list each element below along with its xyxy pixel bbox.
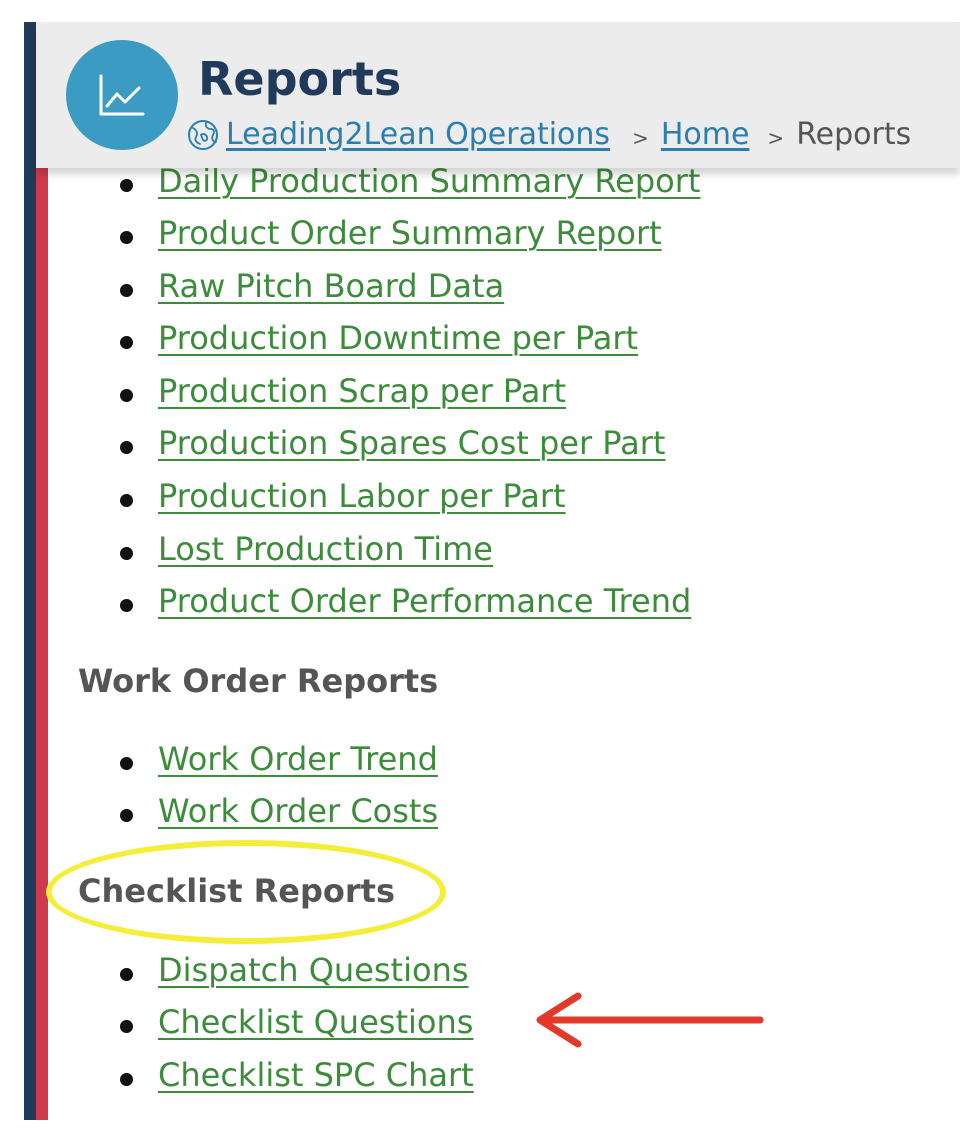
highlight-ellipse [46, 840, 446, 944]
breadcrumb-separator: > [767, 125, 785, 150]
bullet [120, 494, 133, 507]
breadcrumb-link-operations[interactable]: Leading2Lean Operations [226, 117, 610, 152]
bullet [120, 757, 133, 770]
bullet [120, 547, 133, 560]
report-link-work-order-costs[interactable]: Work Order Costs [158, 792, 438, 830]
bullet [120, 284, 133, 297]
bullet [120, 1020, 133, 1033]
breadcrumb: Leading2Lean Operations > Home > Reports [186, 117, 911, 152]
report-link-production-labor-per-part[interactable]: Production Labor per Part [158, 477, 566, 515]
globe-icon [186, 118, 220, 152]
report-link-production-scrap-per-part[interactable]: Production Scrap per Part [158, 372, 566, 410]
report-content: Daily Production Summary Report Product … [0, 0, 960, 1138]
breadcrumb-link-home[interactable]: Home [661, 117, 750, 152]
report-link-production-downtime-per-part[interactable]: Production Downtime per Part [158, 319, 638, 357]
bullet [120, 179, 133, 192]
reports-page: Daily Production Summary Report Product … [0, 0, 960, 1138]
bullet [120, 968, 133, 981]
breadcrumb-separator: > [632, 125, 649, 150]
bullet [120, 809, 133, 822]
line-chart-icon [66, 40, 178, 150]
page-title: Reports [198, 52, 402, 106]
report-link-lost-production-time[interactable]: Lost Production Time [158, 530, 493, 568]
report-link-checklist-questions[interactable]: Checklist Questions [158, 1003, 473, 1041]
breadcrumb-current: Reports [796, 117, 912, 152]
report-link-raw-pitch-board-data[interactable]: Raw Pitch Board Data [158, 267, 504, 305]
report-link-work-order-trend[interactable]: Work Order Trend [158, 740, 438, 778]
bullet [120, 599, 133, 612]
report-link-checklist-spc-chart[interactable]: Checklist SPC Chart [158, 1056, 474, 1094]
report-link-production-spares-cost-per-part[interactable]: Production Spares Cost per Part [158, 424, 665, 462]
bullet [120, 441, 133, 454]
bullet [120, 1073, 133, 1086]
report-link-product-order-performance-trend[interactable]: Product Order Performance Trend [158, 582, 691, 620]
bullet [120, 389, 133, 402]
report-link-product-order-summary[interactable]: Product Order Summary Report [158, 214, 662, 252]
report-link-dispatch-questions[interactable]: Dispatch Questions [158, 951, 469, 989]
page-header: Reports Leading2Lean Operations > Home >… [36, 22, 960, 168]
section-heading-work-order: Work Order Reports [78, 662, 439, 700]
bullet [120, 231, 133, 244]
bullet [120, 336, 133, 349]
pointer-arrow-icon [536, 992, 764, 1048]
